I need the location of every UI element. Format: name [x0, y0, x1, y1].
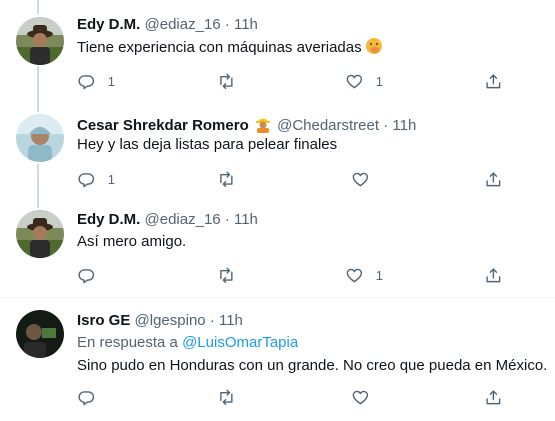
share-button[interactable]: [484, 169, 503, 189]
timestamp[interactable]: 11h: [234, 211, 258, 228]
retweet-button[interactable]: [217, 71, 248, 91]
reply-context: En respuesta a @LuisOmarTapia: [77, 333, 298, 353]
separator-dot: ·: [224, 16, 230, 33]
like-icon: [345, 266, 364, 285]
separator-dot: ·: [383, 117, 389, 134]
like-count: 1: [375, 267, 383, 283]
tweet-text: Así mero amigo.: [77, 233, 187, 250]
timestamp[interactable]: 11h: [234, 16, 258, 33]
retweet-icon: [217, 72, 236, 91]
like-button[interactable]: [351, 387, 382, 407]
share-button[interactable]: [484, 387, 503, 407]
separator-dot: ·: [224, 211, 230, 228]
tweet-text: Tiene experiencia con máquinas averiadas: [77, 37, 383, 61]
reply-button[interactable]: [77, 387, 108, 407]
reply-count: 1: [107, 171, 115, 187]
reply-to-link[interactable]: @LuisOmarTapia: [182, 334, 298, 351]
tweet-header: Isro GE @lgespino · 11h: [77, 311, 243, 331]
share-icon: [484, 266, 503, 285]
tweet[interactable]: Edy D.M. @ediaz_16 · 11h Tiene experienc…: [0, 0, 555, 100]
display-name[interactable]: Edy D.M.: [77, 211, 140, 228]
timestamp[interactable]: 11h: [219, 312, 243, 329]
retweet-icon: [217, 170, 236, 189]
share-icon: [484, 388, 503, 407]
tweet-text-content: Tiene experiencia con máquinas averiadas: [77, 39, 362, 56]
like-button[interactable]: 1: [345, 265, 383, 285]
timestamp[interactable]: 11h: [392, 117, 416, 134]
reply-icon: [77, 72, 96, 91]
share-icon: [484, 72, 503, 91]
tweet-header: Cesar Shrekdar Romero @Chedarstreet · 11…: [77, 115, 416, 135]
handle[interactable]: @Chedarstreet: [277, 117, 379, 134]
reply-icon: [77, 266, 96, 285]
tweet-header: Edy D.M. @ediaz_16 · 11h: [77, 15, 258, 35]
like-button[interactable]: [351, 169, 382, 189]
handle[interactable]: @ediaz_16: [145, 211, 221, 228]
tweet-header: Edy D.M. @ediaz_16 · 11h: [77, 210, 258, 230]
tweet-text: Hey y las deja listas para pelear finale…: [77, 136, 338, 153]
like-icon: [351, 170, 370, 189]
share-icon: [484, 170, 503, 189]
reply-icon: [77, 388, 96, 407]
like-icon: [351, 388, 370, 407]
tweet[interactable]: Isro GE @lgespino · 11h En respuesta a @…: [0, 298, 555, 421]
like-button[interactable]: 1: [345, 71, 383, 91]
retweet-icon: [217, 266, 236, 285]
separator-dot: ·: [209, 312, 215, 329]
retweet-button[interactable]: [217, 169, 248, 189]
avatar[interactable]: [16, 310, 64, 358]
avatar[interactable]: [16, 210, 64, 258]
reply-button[interactable]: [77, 265, 108, 285]
share-button[interactable]: [484, 71, 503, 91]
avatar[interactable]: [16, 114, 64, 162]
like-count: 1: [375, 73, 383, 89]
tweet[interactable]: Edy D.M. @ediaz_16 · 11h Así mero amigo.…: [0, 198, 555, 296]
avatar[interactable]: [16, 17, 64, 65]
display-name[interactable]: Edy D.M.: [77, 16, 140, 33]
reply-button[interactable]: 1: [77, 169, 115, 189]
handle[interactable]: @lgespino: [135, 312, 206, 329]
retweet-button[interactable]: [217, 387, 248, 407]
share-button[interactable]: [484, 265, 503, 285]
tweet-text: Sino pudo en Honduras con un grande. No …: [77, 357, 548, 374]
like-icon: [345, 72, 364, 91]
reply-count: 1: [107, 73, 115, 89]
retweet-button[interactable]: [217, 265, 248, 285]
reply-button[interactable]: 1: [77, 71, 115, 91]
display-name[interactable]: Isro GE: [77, 312, 130, 329]
reply-icon: [77, 170, 96, 189]
face-with-hand-over-mouth-emoji: [365, 37, 383, 61]
retweet-icon: [217, 388, 236, 407]
tweet[interactable]: Cesar Shrekdar Romero @Chedarstreet · 11…: [0, 100, 555, 198]
display-name[interactable]: Cesar Shrekdar Romero: [77, 117, 249, 134]
handle[interactable]: @ediaz_16: [145, 16, 221, 33]
reply-prefix: En respuesta a: [77, 334, 178, 351]
